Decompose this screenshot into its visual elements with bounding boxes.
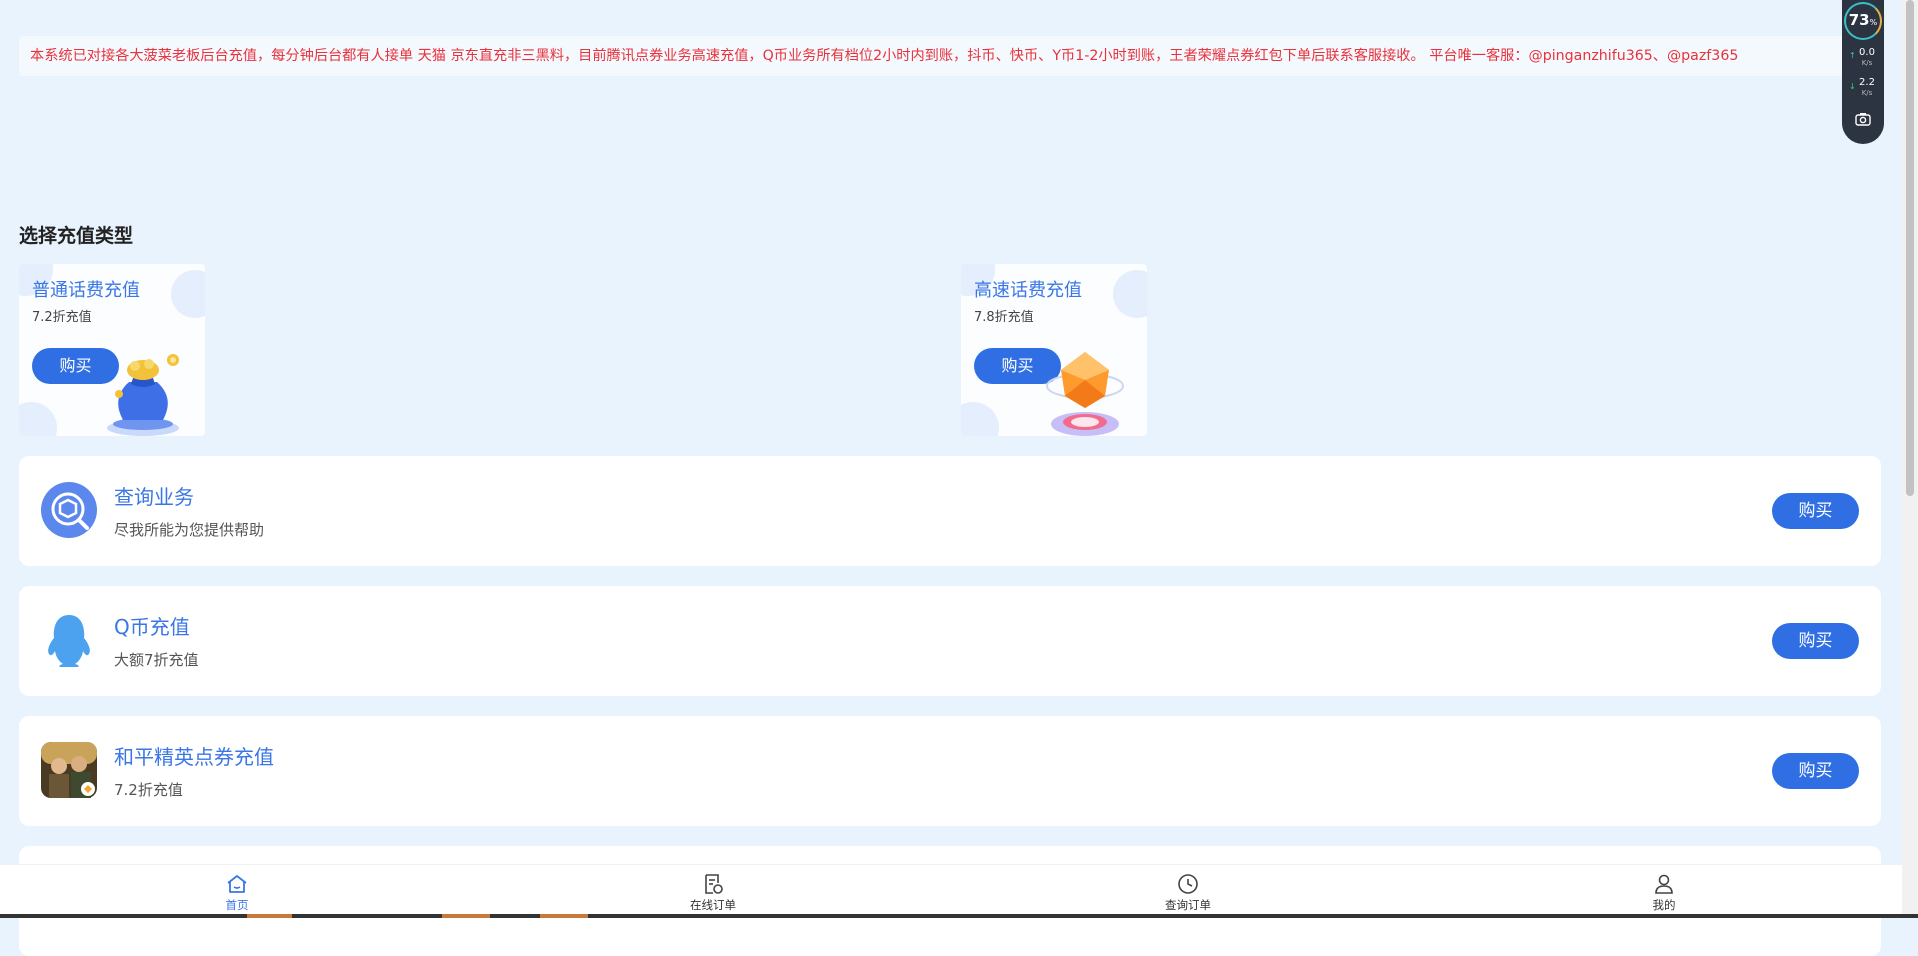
tab-home[interactable]: 首页 [197, 865, 277, 915]
buy-button[interactable]: 购买 [1772, 623, 1859, 659]
card-normal-topup[interactable]: 普通话费充值 7.2折充值 购买 [19, 264, 205, 436]
buy-button[interactable]: 购买 [1772, 493, 1859, 529]
notice-banner: 本系统已对接各大菠菜老板后台充值，每分钟后台都有人接单 天猫 京东直充非三黑料，… [19, 36, 1881, 76]
card-title: 普通话费充值 [32, 280, 140, 301]
page: 本系统已对接各大菠菜老板后台充值，每分钟后台都有人接单 天猫 京东直充非三黑料，… [0, 0, 1902, 956]
buy-button[interactable]: 购买 [1772, 753, 1859, 789]
tab-online-orders[interactable]: 在线订单 [673, 865, 753, 915]
crystal-orb-icon [1046, 352, 1124, 436]
decor-blob [1113, 270, 1147, 318]
qq-penguin-icon [41, 612, 97, 668]
usage-percent: 73% [1842, 11, 1884, 29]
game-avatar-icon [41, 742, 97, 798]
tab-label: 在线订单 [690, 898, 736, 912]
section-title: 选择充值类型 [19, 225, 134, 247]
scrollbar-thumb[interactable] [1906, 0, 1914, 496]
usage-value: 73 [1848, 11, 1870, 29]
camera-icon[interactable] [1855, 112, 1871, 126]
usage-unit: % [1869, 18, 1878, 27]
order-icon [705, 874, 723, 894]
service-subtitle: 尽我所能为您提供帮助 [114, 521, 265, 539]
home-icon [227, 875, 247, 893]
service-row-peace-elite[interactable]: 和平精英点券充值 7.2折充值 购买 [19, 716, 1881, 826]
card-title: 高速话费充值 [974, 280, 1082, 301]
download-rate-value: 2.2 [1859, 77, 1875, 88]
service-subtitle: 7.2折充值 [114, 781, 183, 799]
download-rate: 2.2 K/s [1856, 78, 1878, 98]
rate-unit: K/s [1861, 89, 1873, 97]
scrollbar[interactable] [1902, 0, 1918, 918]
service-title: 和平精英点券充值 [114, 745, 274, 769]
upload-arrow-icon: ↑ [1849, 51, 1856, 60]
service-title: Q币充值 [114, 615, 190, 639]
decor-blob [961, 402, 999, 436]
bottom-nav: 首页 在线订单 查询订单 我的 [0, 864, 1902, 915]
cube-search-icon [41, 482, 97, 538]
system-monitor-widget[interactable]: 73% ↑ 0.0 K/s ↓ 2.2 K/s [1842, 0, 1884, 144]
service-title: 查询业务 [114, 485, 194, 509]
decor-blob [171, 270, 205, 318]
card-fast-topup[interactable]: 高速话费充值 7.8折充值 购买 [961, 264, 1147, 436]
service-row-qcoin[interactable]: Q币充值 大额7折充值 购买 [19, 586, 1881, 696]
clock-icon [1178, 874, 1198, 894]
tab-label: 首页 [225, 898, 249, 912]
taskbar-strip [0, 914, 1918, 918]
decor-blob [19, 402, 57, 436]
tab-label: 查询订单 [1165, 898, 1211, 912]
card-subtitle: 7.2折充值 [32, 310, 92, 325]
service-subtitle: 大额7折充值 [114, 651, 199, 669]
tab-mine[interactable]: 我的 [1624, 865, 1704, 915]
money-bag-icon [107, 354, 179, 436]
service-row-query[interactable]: 查询业务 尽我所能为您提供帮助 购买 [19, 456, 1881, 566]
rate-unit: K/s [1861, 59, 1873, 67]
download-arrow-icon: ↓ [1849, 82, 1856, 91]
card-subtitle: 7.8折充值 [974, 310, 1034, 325]
tab-query-orders[interactable]: 查询订单 [1148, 865, 1228, 915]
user-icon [1655, 874, 1673, 894]
tab-label: 我的 [1652, 898, 1676, 912]
upload-rate: 0.0 K/s [1856, 48, 1878, 68]
upload-rate-value: 0.0 [1859, 47, 1875, 58]
